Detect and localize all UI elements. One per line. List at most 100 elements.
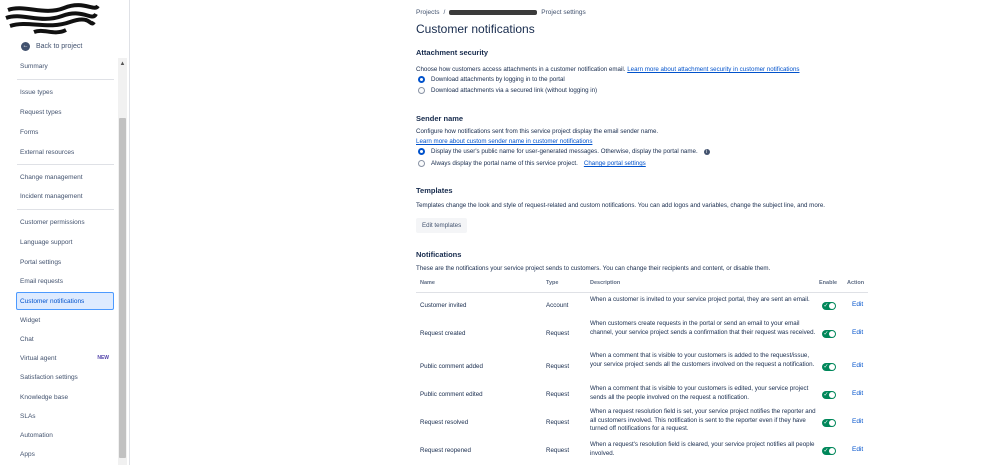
sidebar-item-widget[interactable]: Widget [17, 312, 115, 329]
sidebar-item-automation[interactable]: Automation [17, 427, 115, 444]
edit-link[interactable]: Edit [852, 301, 863, 308]
edit-link[interactable]: Edit [852, 390, 863, 397]
radio-label: Download attachments by logging in to th… [431, 76, 565, 83]
sender-option-portal-name[interactable]: Always display the portal name of this s… [418, 160, 646, 167]
check-icon: ✓ [823, 447, 829, 454]
notification-name: Request created [420, 330, 466, 337]
back-to-project-link[interactable]: ← Back to project [21, 42, 82, 51]
edit-link[interactable]: Edit [852, 446, 863, 453]
sidebar-item-chat[interactable]: Chat [17, 331, 115, 348]
templates-desc: Templates change the look and style of r… [416, 202, 825, 209]
notification-description: When customers create requests in the po… [590, 320, 816, 336]
sidebar-item-label: Virtual agent [20, 355, 57, 362]
check-icon: ✓ [823, 419, 829, 426]
sender-name-title: Sender name [416, 114, 464, 123]
scroll-thumb[interactable] [119, 118, 126, 458]
notification-description: When a comment that is visible to your c… [590, 352, 815, 368]
enable-toggle[interactable]: ✓ [822, 391, 836, 399]
edit-link[interactable]: Edit [852, 329, 863, 336]
radio-unchecked[interactable] [418, 160, 425, 167]
divider [17, 164, 114, 165]
enable-toggle[interactable]: ✓ [822, 363, 836, 371]
radio-checked[interactable] [418, 76, 425, 83]
redacted-logo [5, 3, 100, 35]
notification-type: Account [546, 302, 569, 309]
sidebar-item-incident-management[interactable]: Incident management [17, 188, 115, 205]
sidebar-item-request-types[interactable]: Request types [17, 104, 115, 121]
info-icon[interactable]: i [703, 148, 710, 155]
check-icon: ✓ [823, 391, 829, 398]
column-header-name: Name [420, 280, 435, 286]
enable-toggle[interactable]: ✓ [822, 330, 836, 338]
sender-option-public-name[interactable]: Display the user's public name for user-… [418, 148, 710, 155]
check-icon: ✓ [823, 302, 829, 309]
edit-link[interactable]: Edit [852, 362, 863, 369]
sidebar-item-change-management[interactable]: Change management [17, 169, 115, 186]
enable-toggle[interactable]: ✓ [822, 447, 836, 455]
notification-name: Request resolved [420, 419, 469, 426]
notifications-title: Notifications [416, 250, 462, 259]
column-header-action: Action [847, 280, 865, 286]
sidebar-item-portal-settings[interactable]: Portal settings [17, 254, 115, 271]
sender-name-desc: Configure how notifications sent from th… [416, 128, 659, 135]
sidebar-item-forms[interactable]: Forms [17, 124, 115, 141]
enable-toggle[interactable]: ✓ [822, 302, 836, 310]
notifications-desc: These are the notifications your service… [416, 265, 771, 272]
templates-title: Templates [416, 186, 453, 195]
new-badge: NEW [97, 355, 109, 361]
sidebar-item-satisfaction-settings[interactable]: Satisfaction settings [17, 369, 115, 386]
divider [17, 79, 114, 80]
notification-type: Request [546, 391, 570, 398]
enable-toggle[interactable]: ✓ [822, 419, 836, 427]
table-header-divider [416, 292, 868, 293]
attachment-security-desc: Choose how customers access attachments … [416, 66, 800, 73]
column-header-description: Description [590, 280, 621, 286]
sidebar-scrollbar[interactable]: ▲ [118, 58, 127, 465]
notification-description: When a comment that is visible to your c… [590, 385, 809, 401]
radio-label: Always display the portal name of this s… [431, 160, 578, 167]
check-icon: ✓ [823, 330, 829, 337]
column-header-type: Type [546, 280, 559, 286]
sidebar: ← Back to project Summary Issue types Re… [0, 0, 130, 465]
sender-name-link[interactable]: Learn more about custom sender name in c… [416, 138, 592, 145]
sidebar-item-email-requests[interactable]: Email requests [17, 273, 115, 290]
back-to-project-label: Back to project [36, 43, 83, 50]
sidebar-item-external-resources[interactable]: External resources [17, 144, 115, 161]
divider [17, 209, 114, 210]
breadcrumb-separator: / [443, 9, 446, 16]
attachment-option-portal[interactable]: Download attachments by logging in to th… [418, 76, 565, 83]
scroll-up-arrow-icon[interactable]: ▲ [118, 60, 127, 68]
attachment-option-secured-link[interactable]: Download attachments via a secured link … [418, 87, 597, 94]
breadcrumb-project-settings[interactable]: Project settings [541, 9, 585, 16]
check-icon: ✓ [823, 363, 829, 370]
change-portal-settings-link[interactable]: Change portal settings [584, 160, 646, 167]
sidebar-item-customer-permissions[interactable]: Customer permissions [17, 214, 115, 231]
attachment-security-link[interactable]: Learn more about attachment security in … [627, 66, 799, 73]
sidebar-item-slas[interactable]: SLAs [17, 408, 115, 425]
sidebar-item-issue-types[interactable]: Issue types [17, 84, 115, 101]
edit-link[interactable]: Edit [852, 418, 863, 425]
sidebar-item-customer-notifications[interactable]: Customer notifications [16, 292, 114, 310]
attachment-security-title: Attachment security [416, 48, 489, 57]
sidebar-item-virtual-agent[interactable]: Virtual agent NEW [17, 350, 115, 367]
notification-type: Request [546, 447, 570, 454]
notification-name: Customer invited [420, 302, 467, 309]
sender-name-link-row: Learn more about custom sender name in c… [416, 138, 592, 145]
breadcrumb-projects[interactable]: Projects [416, 9, 439, 16]
radio-label: Display the user's public name for user-… [431, 148, 698, 155]
redacted-project-name[interactable] [449, 10, 538, 15]
notification-type: Request [546, 330, 570, 337]
page-title: Customer notifications [416, 22, 535, 36]
radio-checked[interactable] [418, 148, 425, 155]
notification-description: When a request resolution field is set, … [590, 408, 816, 432]
sidebar-item-summary[interactable]: Summary [17, 58, 115, 75]
sidebar-item-knowledge-base[interactable]: Knowledge base [17, 389, 115, 406]
attachment-desc-text: Choose how customers access attachments … [416, 66, 626, 73]
sidebar-item-language-support[interactable]: Language support [17, 234, 115, 251]
sidebar-item-apps[interactable]: Apps [17, 446, 115, 463]
edit-templates-button[interactable]: Edit templates [416, 218, 468, 233]
arrow-left-icon: ← [21, 42, 30, 51]
notification-description: When a customer is invited to your servi… [590, 296, 810, 303]
notification-name: Request reopened [420, 447, 471, 454]
radio-unchecked[interactable] [418, 87, 425, 94]
